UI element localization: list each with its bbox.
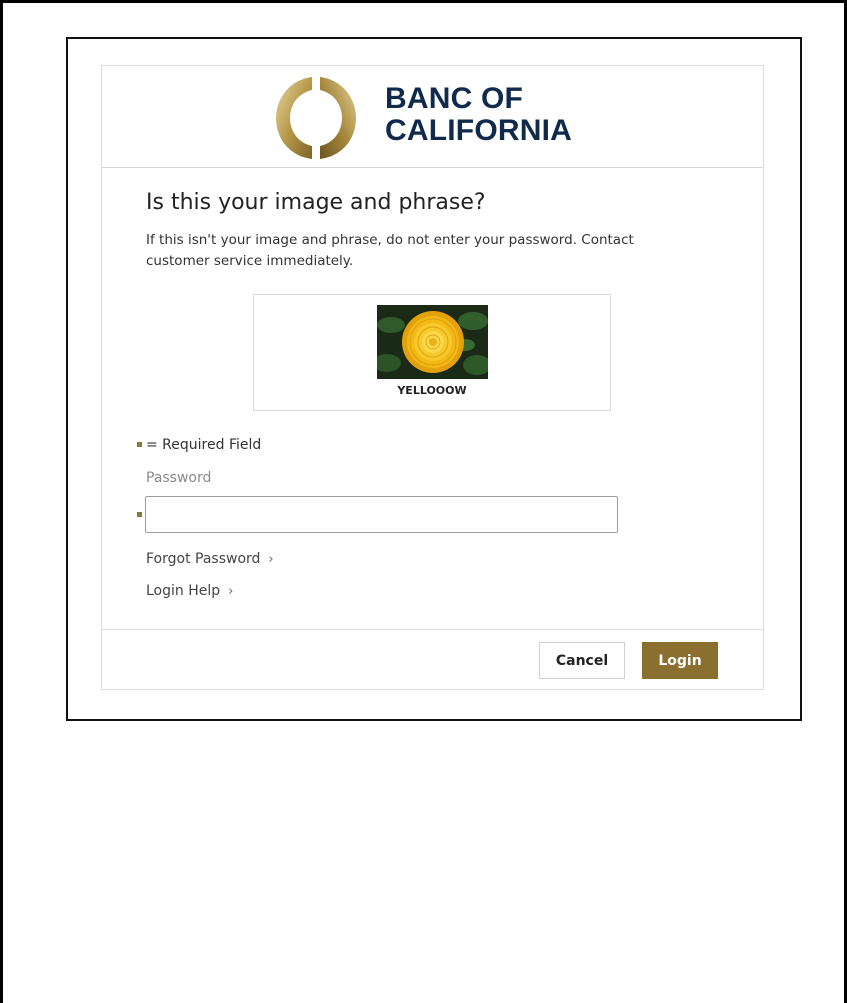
required-marker-icon bbox=[137, 442, 142, 447]
login-help-label: Login Help bbox=[146, 583, 221, 599]
chevron-right-icon: › bbox=[268, 552, 274, 567]
required-marker-icon bbox=[137, 512, 142, 517]
ring-logo-icon bbox=[276, 77, 356, 159]
forgot-password-link[interactable]: Forgot Password › bbox=[146, 551, 274, 567]
card-header: BANC OF CALIFORNIA bbox=[102, 66, 763, 168]
cancel-button[interactable]: Cancel bbox=[539, 642, 625, 679]
brand-name: BANC OF CALIFORNIA bbox=[385, 83, 572, 147]
login-button[interactable]: Login bbox=[642, 642, 718, 679]
footer-divider bbox=[102, 629, 763, 630]
forgot-password-label: Forgot Password bbox=[146, 551, 261, 567]
password-field[interactable] bbox=[145, 496, 618, 533]
chevron-right-icon: › bbox=[228, 584, 234, 599]
security-image-box: YELLOOOW bbox=[253, 294, 611, 411]
password-label: Password bbox=[146, 470, 212, 486]
required-field-text: = Required Field bbox=[146, 437, 262, 453]
login-help-link[interactable]: Login Help › bbox=[146, 583, 233, 599]
security-phrase: YELLOOOW bbox=[397, 384, 467, 397]
security-warning: If this isn't your image and phrase, do … bbox=[146, 232, 634, 269]
brand-line-2: CALIFORNIA bbox=[385, 114, 572, 147]
required-field-note: = Required Field bbox=[137, 437, 261, 453]
yellow-flower-image bbox=[377, 305, 488, 379]
brand-line-1: BANC OF bbox=[385, 82, 524, 115]
page-title: Is this your image and phrase? bbox=[146, 190, 486, 215]
